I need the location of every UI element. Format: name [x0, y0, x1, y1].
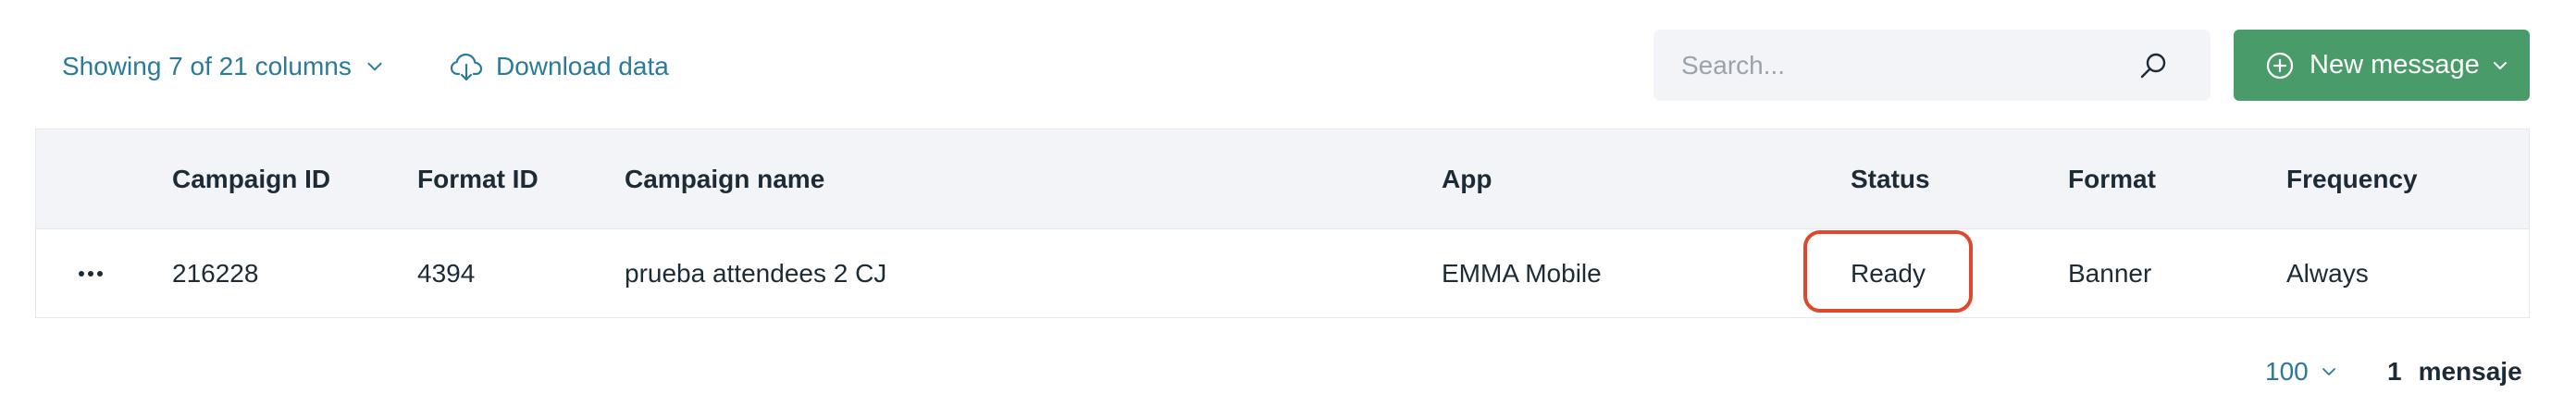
- table-header-row: Campaign ID Format ID Campaign name App …: [36, 129, 2529, 228]
- cloud-download-icon: [450, 53, 483, 81]
- columns-selector-label: Showing 7 of 21 columns: [62, 52, 352, 80]
- columns-selector[interactable]: Showing 7 of 21 columns: [62, 48, 385, 85]
- table-toolbar: Showing 7 of 21 columns Download data Ne…: [0, 0, 2576, 129]
- cell-status: Ready: [1851, 258, 1926, 288]
- page-size-value: 100: [2265, 357, 2309, 386]
- new-message-button[interactable]: New message: [2234, 30, 2530, 101]
- search-input[interactable]: [1653, 30, 2136, 101]
- download-data-label: Download data: [496, 52, 669, 80]
- page-size-selector[interactable]: 100: [2265, 355, 2338, 388]
- cell-app: EMMA Mobile: [1442, 258, 1602, 288]
- column-header-campaign-name[interactable]: Campaign name: [625, 129, 824, 228]
- download-data-button[interactable]: Download data: [450, 46, 669, 87]
- results-count-label: mensaje: [2418, 357, 2522, 386]
- column-header-status[interactable]: Status: [1851, 129, 1930, 228]
- cell-campaign-id: 216228: [172, 258, 259, 288]
- column-header-format[interactable]: Format: [2068, 129, 2156, 228]
- column-header-app[interactable]: App: [1442, 129, 1492, 228]
- cell-frequency: Always: [2286, 258, 2369, 288]
- new-message-label: New message: [2310, 50, 2480, 80]
- cell-campaign-name[interactable]: prueba attendees 2 CJ: [625, 229, 886, 317]
- table-row[interactable]: 216228 4394 prueba attendees 2 CJ EMMA M…: [36, 228, 2529, 317]
- campaigns-table: Campaign ID Format ID Campaign name App …: [35, 129, 2530, 318]
- results-count: 1 mensaje: [2387, 355, 2522, 388]
- column-header-frequency[interactable]: Frequency: [2286, 129, 2418, 228]
- column-header-campaign-id[interactable]: Campaign ID: [172, 129, 330, 228]
- results-count-number: 1: [2387, 357, 2402, 386]
- search-box: [1653, 30, 2211, 101]
- more-horizontal-icon[interactable]: [79, 229, 103, 317]
- chevron-down-icon: [2322, 368, 2335, 375]
- search-icon[interactable]: [2136, 49, 2170, 82]
- chevron-down-icon: [367, 62, 382, 71]
- chevron-down-icon: [2493, 61, 2507, 69]
- cell-format: Banner: [2068, 258, 2152, 288]
- column-header-format-id[interactable]: Format ID: [417, 129, 539, 228]
- cell-format-id: 4394: [417, 258, 476, 288]
- plus-circle-icon: [2266, 52, 2294, 79]
